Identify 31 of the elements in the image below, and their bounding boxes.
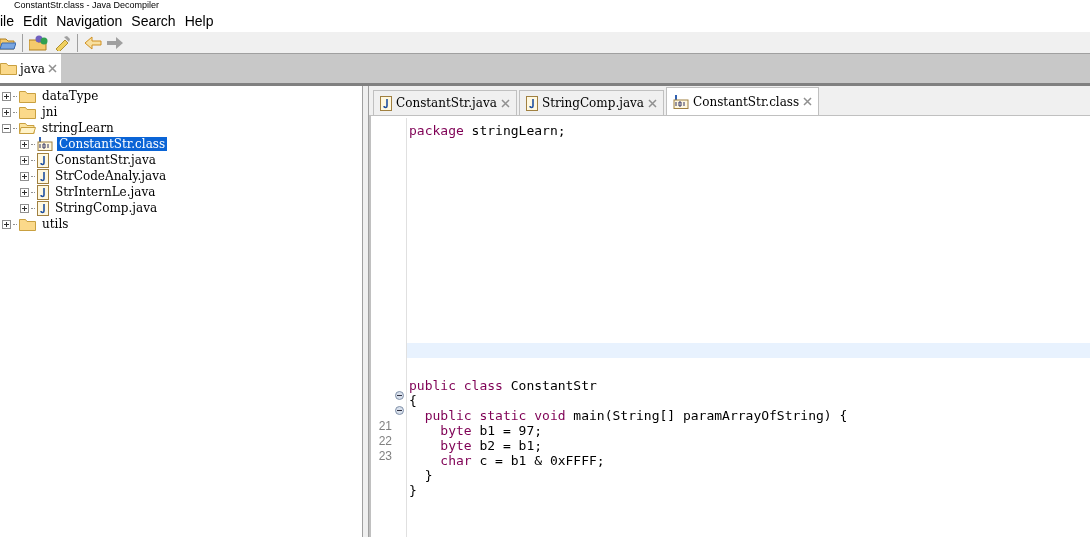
tree-item[interactable]: stringLearn bbox=[40, 121, 116, 135]
editor-tab[interactable]: ConstantStr.class bbox=[666, 87, 820, 115]
menu-item[interactable]: ile bbox=[0, 10, 14, 32]
tree-item[interactable]: StringComp.java bbox=[53, 201, 160, 215]
editor-tab[interactable]: ConstantStr.java bbox=[373, 90, 517, 115]
menu-item[interactable]: Help bbox=[184, 10, 214, 32]
file-tab[interactable]: java bbox=[0, 54, 61, 83]
menu-item[interactable]: Search bbox=[131, 10, 176, 32]
code-line: } bbox=[423, 468, 433, 483]
tree-item[interactable]: ConstantStr.class bbox=[57, 137, 168, 151]
code-line: byte b1 = 97; bbox=[439, 423, 543, 438]
tree-item[interactable]: StrInternLe.java bbox=[53, 185, 158, 199]
menu-item[interactable]: Edit bbox=[23, 10, 48, 32]
tree-item[interactable]: jni bbox=[40, 105, 60, 119]
tree-item[interactable]: StrCodeAnaly.java bbox=[53, 169, 169, 183]
tree-item[interactable]: ConstantStr.java bbox=[53, 153, 158, 167]
tree-item[interactable]: utils bbox=[40, 217, 71, 231]
code-line: { bbox=[409, 393, 417, 408]
code-line: public class ConstantStr bbox=[409, 378, 597, 393]
code-line: package stringLearn; bbox=[409, 123, 566, 138]
line-number: 21 bbox=[378, 417, 392, 435]
editor-tab[interactable]: StringComp.java bbox=[518, 90, 665, 115]
tree-item[interactable]: dataType bbox=[40, 89, 101, 103]
code-line: } bbox=[409, 483, 417, 498]
line-number: 23 bbox=[378, 447, 392, 465]
window-title: ConstantStr.class - Java Decompiler bbox=[14, 0, 160, 10]
line-number: 22 bbox=[378, 432, 392, 450]
code-line: char c = b1 & 0xFFFF; bbox=[439, 453, 605, 468]
menu-item[interactable]: Navigation bbox=[56, 10, 123, 32]
code-line: byte b2 = b1; bbox=[439, 438, 543, 453]
code-line: public static void main(String[] paramArrayOfString) { bbox=[423, 408, 848, 423]
